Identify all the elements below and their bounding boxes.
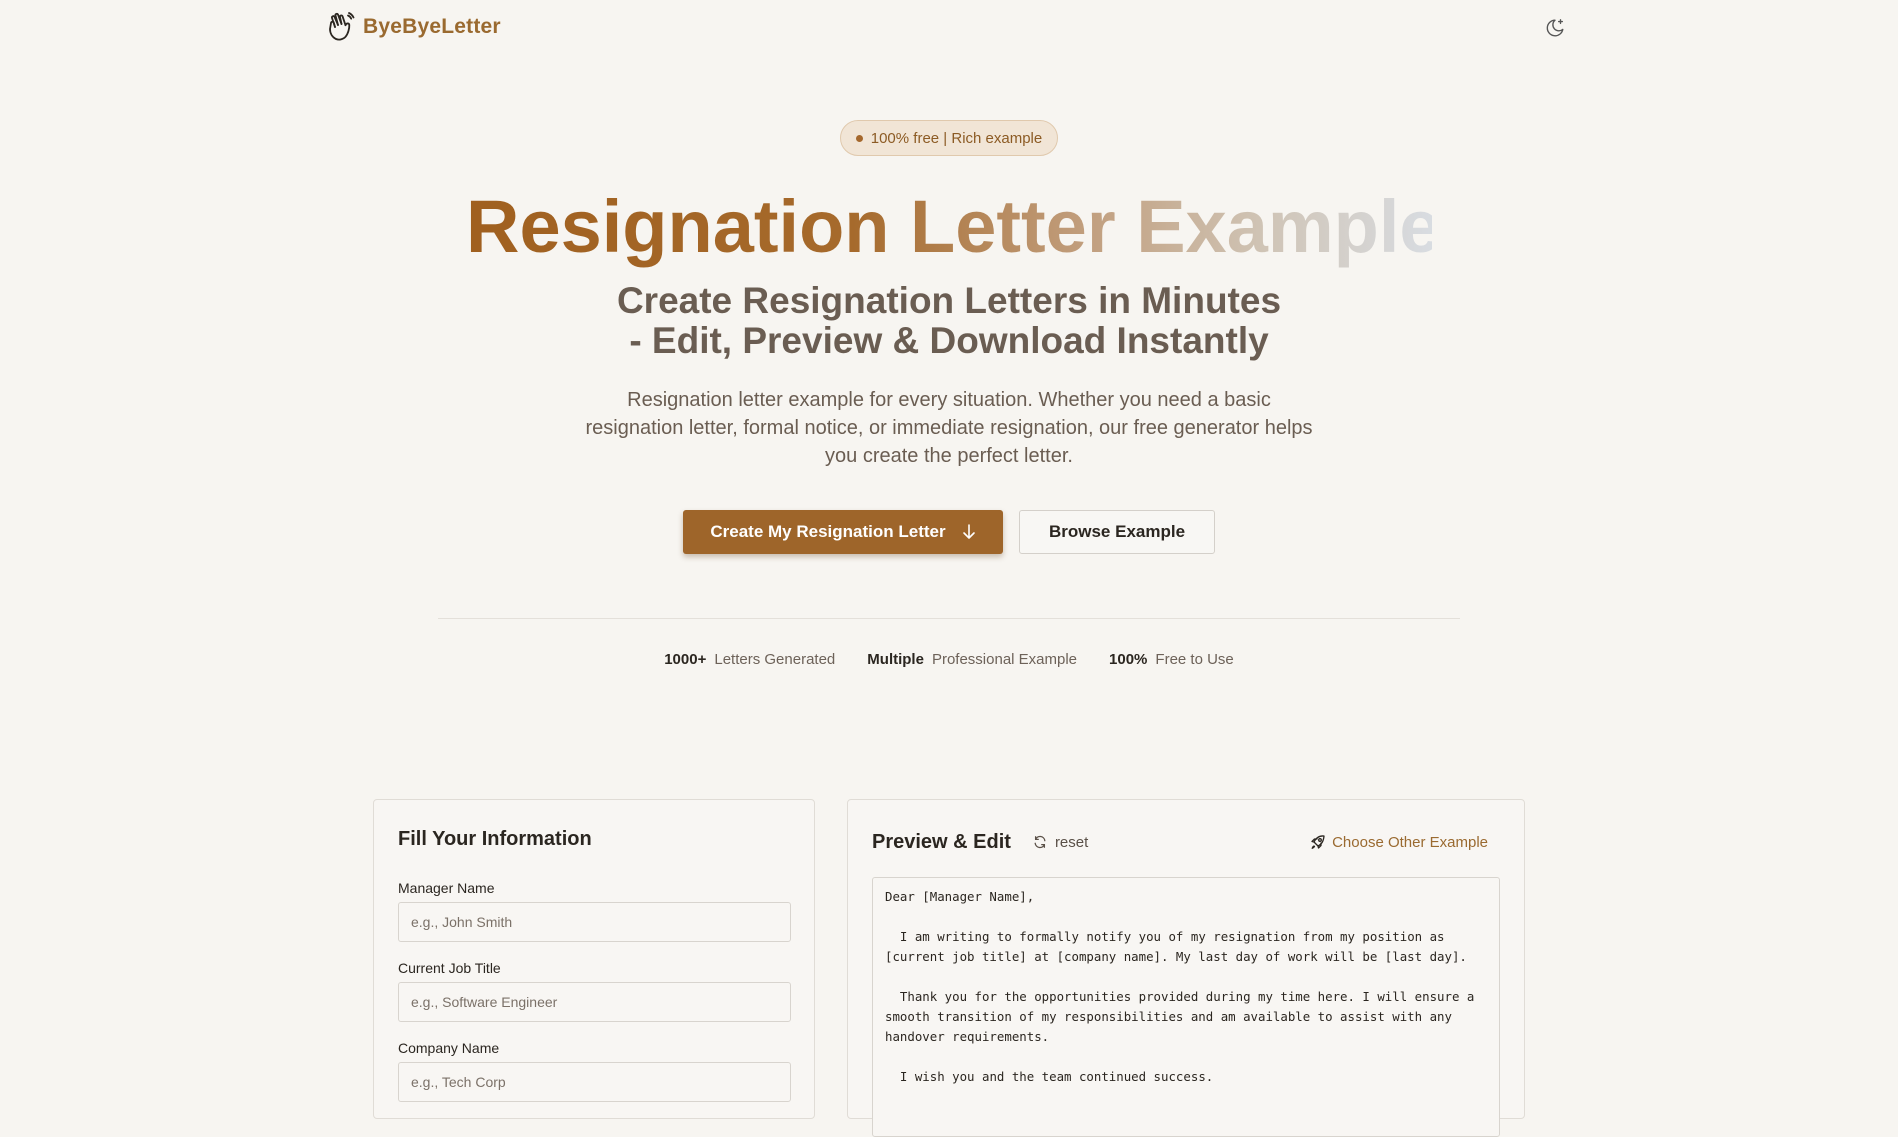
reset-button[interactable]: reset [1033, 834, 1088, 851]
create-letter-label: Create My Resignation Letter [710, 522, 946, 541]
stat-label: Letters Generated [714, 651, 836, 668]
stat-label: Free to Use [1155, 651, 1234, 668]
choose-example-button[interactable]: Choose Other Example [1310, 834, 1488, 851]
hero-badge: 100% free | Rich example [840, 120, 1058, 156]
badge-dot [855, 134, 863, 142]
job-title-field: Current Job Title [398, 960, 791, 1022]
stat-value: Multiple [867, 651, 924, 668]
job-title-input[interactable] [398, 982, 791, 1022]
badge-text: 100% free | Rich example [870, 129, 1043, 147]
manager-name-label: Manager Name [398, 880, 495, 896]
job-title-label: Current Job Title [398, 960, 501, 976]
company-name-input[interactable] [398, 1062, 791, 1102]
manager-name-input[interactable] [398, 902, 791, 942]
preview-panel: Preview & Edit reset Choose Other Exampl… [847, 799, 1525, 1137]
company-name-field: Company Name [398, 1040, 791, 1102]
arrow-down-icon [962, 524, 975, 539]
theme-toggle-button[interactable] [1542, 15, 1568, 41]
stat-item: Multiple Professional Example [867, 651, 1077, 668]
browse-example-button[interactable]: Browse Example [1019, 510, 1215, 554]
moon-sparkle-icon [1546, 19, 1564, 37]
stat-value: 1000+ [664, 651, 707, 668]
waving-hand-icon [329, 12, 355, 41]
logo-link[interactable]: ByeByeLetter [327, 12, 501, 42]
choose-example-label: Choose Other Example [1332, 833, 1488, 851]
info-form-panel: Fill Your Information Manager Name Curre… [373, 799, 815, 1119]
hero-title-wrapper: Resignation Letter Example [466, 183, 1441, 273]
form-title: Fill Your Information [398, 828, 592, 850]
logo-text: ByeByeLetter [363, 15, 501, 38]
hero-subtitle-line1: Create Resignation Letters in Minutes [616, 280, 1282, 321]
manager-name-field: Manager Name [398, 880, 791, 942]
hero-subtitle: Create Resignation Letters in Minutes - … [500, 281, 1398, 361]
preview-header: Preview & Edit reset Choose Other Exampl… [872, 828, 1500, 856]
stat-item: 1000+ Letters Generated [664, 651, 835, 668]
hero-title: Resignation Letter Example [466, 183, 1441, 271]
create-letter-button[interactable]: Create My Resignation Letter [683, 510, 1003, 554]
preview-title: Preview & Edit [872, 830, 1011, 853]
letter-editor[interactable]: Dear [Manager Name], I am writing to for… [872, 877, 1500, 1137]
refresh-icon [1034, 835, 1046, 849]
reset-label: reset [1054, 833, 1089, 851]
stat-value: 100% [1109, 651, 1148, 668]
stats-bar: 1000+ Letters Generated Multiple Profess… [0, 651, 1898, 668]
rocket-icon [1311, 835, 1325, 849]
hero-description: Resignation letter example for every sit… [585, 389, 1313, 467]
hero-subtitle-line2: - Edit, Preview & Download Instantly [629, 320, 1269, 361]
company-name-label: Company Name [398, 1040, 500, 1056]
stat-label: Professional Example [931, 651, 1078, 668]
stat-item: 100% Free to Use [1109, 651, 1234, 668]
section-divider [438, 618, 1460, 619]
